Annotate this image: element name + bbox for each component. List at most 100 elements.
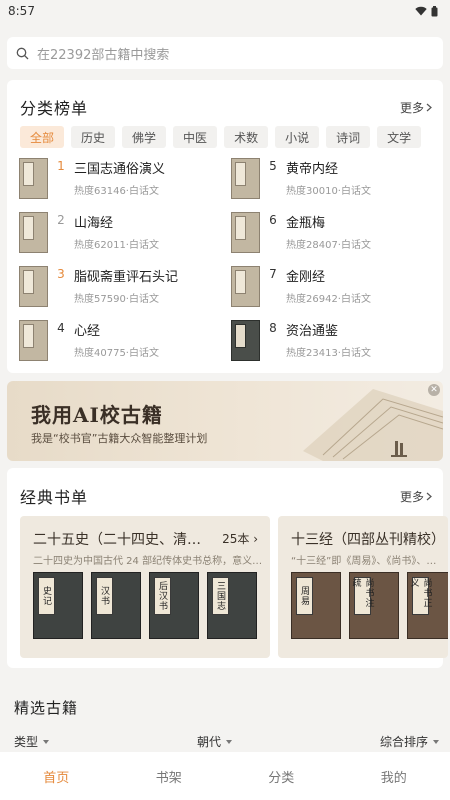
ranking-more-link[interactable]: 更多 (400, 99, 432, 116)
rank-number: 7 (269, 267, 277, 281)
chip-poetry[interactable]: 诗词 (326, 126, 371, 148)
classic-more-link[interactable]: 更多 (400, 488, 432, 505)
chip-medicine[interactable]: 中医 (173, 126, 218, 148)
caret-down-icon (43, 739, 50, 744)
chip-novel[interactable]: 小说 (275, 126, 320, 148)
filter-label: 综合排序 (380, 735, 429, 749)
filter-sort[interactable]: 综合排序 (380, 733, 440, 750)
book-cover (19, 158, 48, 199)
volume-label: 周易 (296, 577, 313, 615)
search-placeholder: 在22392部古籍中搜索 (37, 47, 170, 63)
booklist-description: 二十四史为中国古代 24 部纪传体史书总称，意义… (33, 556, 263, 567)
volume-cover[interactable]: 尚书注疏 (349, 572, 399, 639)
booklist-thirteen-classics[interactable]: 十三经（四部丛刊精校） “十三经”即《周易》、《尚书》、… 周易 尚书注疏 尚书… (278, 516, 448, 658)
book-cover (19, 320, 48, 361)
book-meta: 热度62011·白话文 (74, 240, 159, 251)
tab-bookshelf[interactable]: 书架 (113, 752, 226, 800)
book-meta: 热度40775·白话文 (74, 348, 159, 359)
book-title: 黄帝内经 (286, 162, 339, 177)
tab-home[interactable]: 首页 (0, 752, 113, 800)
rank-number: 5 (269, 159, 277, 173)
chip-history[interactable]: 历史 (71, 126, 116, 148)
volume-label: 后汉书 (154, 577, 171, 615)
volume-cover[interactable]: 尚书正义 (407, 572, 448, 639)
book-cover (19, 212, 48, 253)
classic-title: 经典书单 (20, 488, 89, 507)
book-meta: 热度23413·白话文 (286, 348, 371, 359)
status-time: 8:57 (8, 4, 35, 18)
chip-buddhism[interactable]: 佛学 (122, 126, 167, 148)
volume-cover[interactable]: 汉书 (91, 572, 141, 639)
volume-cover[interactable]: 三国志 (207, 572, 257, 639)
ranking-title: 分类榜单 (20, 99, 89, 118)
ranking-item[interactable]: 8 资治通鉴 热度23413·白话文 (231, 320, 436, 364)
close-icon[interactable]: ✕ (428, 384, 440, 396)
chip-literature[interactable]: 文学 (377, 126, 422, 148)
book-title: 心经 (74, 324, 101, 339)
book-title: 山海经 (74, 216, 114, 231)
filter-label: 类型 (14, 735, 39, 749)
filter-dynasty[interactable]: 朝代 (197, 733, 233, 750)
ranking-item[interactable]: 4 心经 热度40775·白话文 (19, 320, 224, 364)
ranking-item[interactable]: 3 脂砚斋重评石头记 热度57590·白话文 (19, 266, 224, 310)
battery-icon (431, 5, 438, 16)
ranking-more-label: 更多 (399, 100, 424, 115)
rank-number: 6 (269, 213, 277, 227)
ranking-item[interactable]: 2 山海经 热度62011·白话文 (19, 212, 224, 256)
bottom-tab-bar: 首页 书架 分类 我的 (0, 752, 450, 800)
caret-down-icon (226, 739, 233, 744)
category-chips: 全部 历史 佛学 中医 术数 小说 诗词 文学 (20, 126, 422, 148)
chevron-right-icon (426, 492, 432, 500)
search-input[interactable]: 在22392部古籍中搜索 (7, 37, 443, 69)
book-meta: 热度28407·白话文 (286, 240, 371, 251)
booklist-title: 二十五史（二十四史、清… (33, 532, 201, 548)
ranking-item[interactable]: 6 金瓶梅 热度28407·白话文 (231, 212, 436, 256)
booklist-count[interactable]: 25本 › (222, 530, 258, 547)
ranking-item[interactable]: 1 三国志通俗演义 热度63146·白话文 (19, 158, 224, 202)
booklist-description: “十三经”即《周易》、《尚书》、… (291, 556, 437, 567)
booklist-title: 十三经（四部丛刊精校） (291, 532, 445, 548)
rank-number: 1 (57, 159, 65, 173)
rank-number: 8 (269, 321, 277, 335)
volume-label: 三国志 (212, 577, 229, 615)
chevron-right-icon (426, 103, 432, 111)
banner-title: 我用AI校古籍 (31, 403, 163, 427)
volume-label: 汉书 (96, 577, 113, 615)
volume-label: 尚书注疏 (351, 577, 374, 615)
book-title: 三国志通俗演义 (74, 162, 166, 177)
rank-number: 4 (57, 321, 65, 335)
book-meta: 热度26942·白话文 (286, 294, 371, 305)
chip-all[interactable]: 全部 (20, 126, 65, 148)
ranking-item[interactable]: 7 金刚经 热度26942·白话文 (231, 266, 436, 310)
book-meta: 热度57590·白话文 (74, 294, 159, 305)
book-cover (231, 212, 260, 253)
ranking-header: 分类榜单 更多 (20, 95, 432, 119)
volume-cover[interactable]: 史记 (33, 572, 83, 639)
chip-divination[interactable]: 术数 (224, 126, 269, 148)
filter-label: 朝代 (197, 735, 222, 749)
book-title: 资治通鉴 (286, 324, 339, 339)
volume-label: 尚书正义 (409, 577, 432, 615)
banner-subtitle: 我是“校书官”古籍大众智能整理计划 (31, 432, 208, 445)
book-cover (231, 266, 260, 307)
book-cover (231, 320, 260, 361)
tab-profile[interactable]: 我的 (338, 752, 450, 800)
filter-type[interactable]: 类型 (14, 733, 50, 750)
book-cover (19, 266, 48, 307)
ai-proofread-banner[interactable]: 我用AI校古籍 我是“校书官”古籍大众智能整理计划 ✕ (7, 381, 443, 461)
status-bar: 8:57 (0, 0, 450, 22)
booklist-twenty-five-histories[interactable]: 二十五史（二十四史、清… 25本 › 二十四史为中国古代 24 部纪传体史书总称… (20, 516, 270, 658)
ranking-item[interactable]: 5 黄帝内经 热度30010·白话文 (231, 158, 436, 202)
classic-header: 经典书单 更多 (20, 484, 432, 508)
classic-booklist-card: 经典书单 更多 二十五史（二十四史、清… 25本 › 二十四史为中国古代 24 … (7, 468, 448, 668)
volume-cover[interactable]: 后汉书 (149, 572, 199, 639)
tab-category[interactable]: 分类 (225, 752, 338, 800)
book-title: 脂砚斋重评石头记 (74, 270, 179, 285)
book-title: 金瓶梅 (286, 216, 326, 231)
caret-down-icon (433, 739, 440, 744)
featured-filters: 类型 朝代 综合排序 (0, 733, 450, 751)
volume-cover[interactable]: 周易 (291, 572, 341, 639)
book-meta: 热度30010·白话文 (286, 186, 371, 197)
chevron-right-icon: › (253, 532, 258, 546)
search-icon (16, 47, 29, 59)
